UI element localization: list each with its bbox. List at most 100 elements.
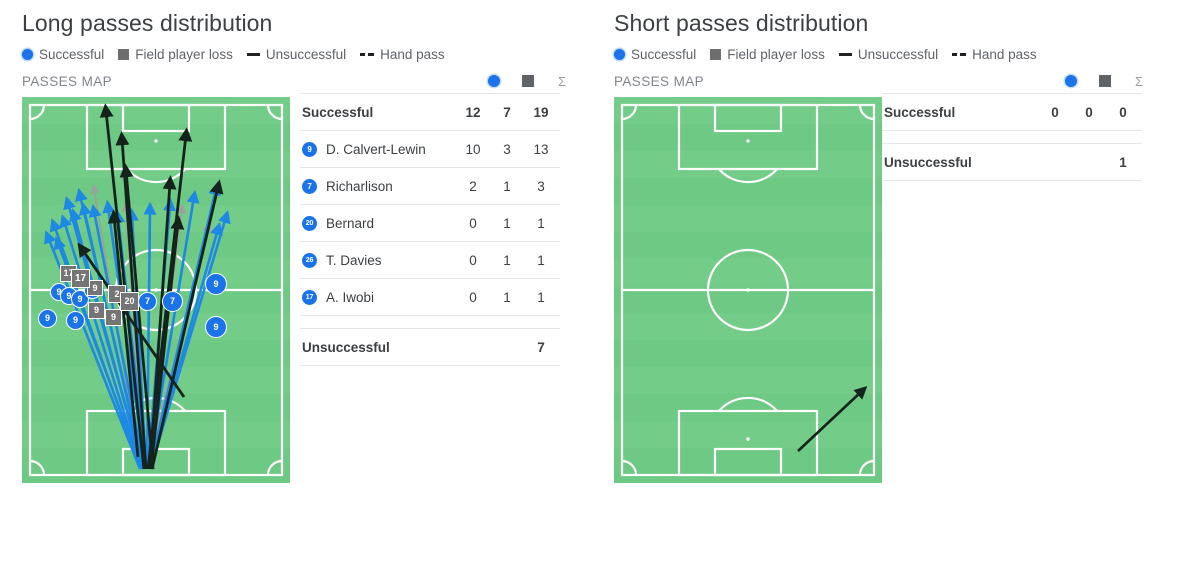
legend-item-successful: Successful — [614, 47, 696, 62]
blue-dot-icon — [488, 75, 500, 87]
legend-item-unsuccessful: Unsuccessful — [246, 47, 347, 62]
blue-dot-icon — [22, 49, 33, 60]
column-header-field-player-loss[interactable] — [511, 73, 545, 89]
passes-distribution-board: Long passes distribution Successful Fiel… — [0, 0, 1184, 576]
player-name: Richarlison — [326, 178, 393, 194]
pass-marker-circle[interactable]: 9 — [205, 273, 227, 295]
pass-marker-circle[interactable]: 7 — [162, 291, 183, 312]
passes-map-label: PASSES MAP — [22, 74, 113, 89]
cell-total: 19 — [533, 104, 549, 120]
player-number-badge: 26 — [302, 252, 317, 268]
table-bottom-divider — [300, 365, 560, 366]
player-cell: 26 T. Davies — [302, 252, 456, 268]
pass-marker-circle[interactable]: 9 — [205, 316, 227, 338]
table-spacer — [300, 316, 560, 328]
row-label: Successful — [884, 104, 956, 120]
cell-total: 1 — [537, 252, 545, 268]
passes-map-bar: PASSES MAP Σ — [22, 73, 578, 93]
cell-field-player-loss: 1 — [503, 178, 511, 194]
legend-item-successful: Successful — [22, 47, 104, 62]
short-passes-table: Successful 0 0 0 Unsuccessful 1 — [882, 93, 1142, 181]
table-row-successful-summary[interactable]: Successful 12 7 19 — [300, 93, 560, 130]
cell-field-player-loss: 3 — [503, 141, 511, 157]
legend: Successful Field player loss Unsuccessfu… — [22, 47, 459, 62]
column-header-total[interactable]: Σ — [545, 73, 579, 89]
legend-label: Hand pass — [380, 47, 445, 62]
page-title: Long passes distribution — [22, 10, 273, 36]
column-header-total[interactable]: Σ — [1122, 73, 1156, 89]
cell-field-player-loss: 1 — [503, 289, 511, 305]
passes-map-label: PASSES MAP — [614, 74, 705, 89]
cell-field-player-loss: 7 — [503, 104, 511, 120]
cell-total: 1 — [537, 289, 545, 305]
player-name: Bernard — [326, 215, 375, 231]
table-bottom-divider — [882, 180, 1142, 181]
cell-total: 1 — [537, 215, 545, 231]
dashed-line-icon — [360, 53, 375, 56]
table-row-unsuccessful[interactable]: Unsuccessful 1 — [882, 143, 1142, 180]
row-label: Successful — [302, 104, 374, 120]
column-header-field-player-loss[interactable] — [1088, 73, 1122, 89]
column-header-successful[interactable] — [1054, 73, 1088, 89]
page-title: Short passes distribution — [614, 10, 869, 36]
player-number-badge: 17 — [302, 289, 317, 305]
legend-label: Hand pass — [972, 47, 1037, 62]
long-passes-pitch[interactable]: 17 9 9 9 9 9 9 9 9 9 2 20 7 7 9 9 17 — [22, 97, 290, 483]
dashed-line-icon — [952, 53, 967, 56]
table-row-successful-summary[interactable]: Successful 0 0 0 — [882, 93, 1142, 130]
legend-item-field-player-loss: Field player loss — [710, 47, 825, 62]
pass-marker-circle[interactable]: 9 — [66, 311, 85, 330]
table-spacer — [882, 131, 1142, 143]
player-name: D. Calvert-Lewin — [326, 141, 426, 157]
gray-square-icon — [522, 75, 534, 87]
gray-square-icon — [118, 49, 130, 60]
player-number-badge: 20 — [302, 215, 317, 231]
cell-field-player-loss: 0 — [1085, 104, 1093, 120]
cell-field-player-loss: 1 — [503, 252, 511, 268]
pass-marker-square[interactable]: 20 — [120, 292, 139, 311]
legend-label: Successful — [39, 47, 105, 62]
cell-total: 3 — [537, 178, 545, 194]
cell-total: 0 — [1119, 104, 1127, 120]
legend-label: Unsuccessful — [857, 47, 939, 62]
column-header-successful[interactable] — [477, 73, 511, 89]
legend-label: Field player loss — [135, 47, 233, 62]
cell-successful: 0 — [469, 215, 477, 231]
player-cell: 20 Bernard — [302, 215, 456, 231]
legend-item-unsuccessful: Unsuccessful — [838, 47, 939, 62]
table-row[interactable]: 26 T. Davies 0 1 1 — [300, 241, 560, 278]
pass-marker-circle[interactable]: 9 — [38, 309, 57, 328]
cell-total: 1 — [1119, 154, 1127, 170]
legend-item-field-player-loss: Field player loss — [118, 47, 233, 62]
table-column-headers: Σ — [1054, 73, 1156, 89]
cell-successful: 0 — [1051, 104, 1059, 120]
table-row[interactable]: 7 Richarlison 2 1 3 — [300, 167, 560, 204]
table-row[interactable]: 20 Bernard 0 1 1 — [300, 204, 560, 241]
solid-line-icon — [246, 53, 260, 56]
long-passes-table: Successful 12 7 19 9 D. Calvert-Lewin 10… — [300, 93, 560, 366]
player-number-badge: 9 — [302, 141, 317, 157]
cell-successful: 0 — [469, 252, 477, 268]
legend-item-hand-pass: Hand pass — [952, 47, 1037, 62]
cell-successful: 2 — [469, 178, 477, 194]
player-cell: 9 D. Calvert-Lewin — [302, 141, 456, 157]
pass-marker-square[interactable]: 17 — [71, 269, 90, 288]
blue-dot-icon — [1065, 75, 1077, 87]
passes-map-bar: PASSES MAP Σ — [614, 73, 1170, 93]
player-cell: 17 A. Iwobi — [302, 289, 456, 305]
short-passes-panel: Short passes distribution Successful Fie… — [610, 0, 1170, 520]
table-row[interactable]: 17 A. Iwobi 0 1 1 — [300, 278, 560, 315]
cell-successful: 12 — [465, 104, 481, 120]
table-column-headers: Σ — [477, 73, 579, 89]
legend-item-hand-pass: Hand pass — [360, 47, 445, 62]
pass-marker-circle[interactable]: 7 — [138, 292, 157, 311]
short-passes-pitch[interactable] — [614, 97, 882, 483]
table-row-unsuccessful[interactable]: Unsuccessful 7 — [300, 328, 560, 365]
pass-marker-square[interactable]: 9 — [105, 309, 122, 326]
pass-marker-square[interactable]: 9 — [88, 302, 105, 319]
cell-successful: 0 — [469, 289, 477, 305]
table-row[interactable]: 9 D. Calvert-Lewin 10 3 13 — [300, 130, 560, 167]
cell-field-player-loss: 1 — [503, 215, 511, 231]
legend: Successful Field player loss Unsuccessfu… — [614, 47, 1051, 62]
legend-label: Unsuccessful — [265, 47, 347, 62]
